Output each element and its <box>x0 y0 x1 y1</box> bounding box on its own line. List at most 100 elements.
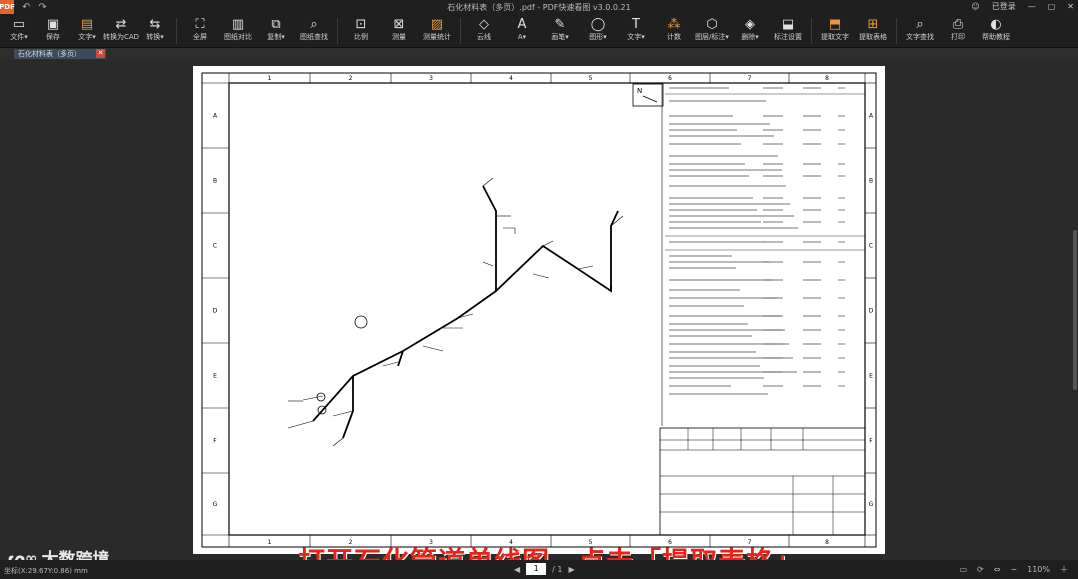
user-icon[interactable]: ☺ <box>971 2 979 11</box>
zoom-level[interactable]: 110% <box>1027 565 1050 574</box>
leader-line <box>332 437 344 447</box>
page-number-input[interactable]: 1 <box>526 563 547 575</box>
toolbar-separator <box>176 18 177 44</box>
toolbar-button-shape[interactable]: ◯ 图形▾ <box>579 14 617 48</box>
toolbar-label: 全屏 <box>193 33 207 41</box>
scroll-thumb[interactable] <box>1073 230 1077 390</box>
toolbar-label: 转换▾ <box>146 33 164 41</box>
column-label: 8 <box>825 539 829 546</box>
pdf-page[interactable]: 12345678 12345678 ABCDEFG ABCDEFG N <box>193 66 885 554</box>
help-icon: ◐ <box>990 17 1002 32</box>
toolbar-button-layer[interactable]: ⬡ 图层/标注▾ <box>693 14 731 48</box>
window-title: 石化材料表（多页）.pdf - PDF快速看图 v3.0.0.21 <box>447 3 631 12</box>
text-search-icon: ⌕ <box>916 17 924 32</box>
toolbar-button-text-note[interactable]: T 文字▾ <box>617 14 655 48</box>
toolbar-label: 复制▾ <box>267 33 285 41</box>
toolbar-button-text-search[interactable]: ⌕ 文字查找 <box>901 14 939 48</box>
toolbar-label: 计数 <box>667 33 681 41</box>
toolbar-separator <box>460 18 461 44</box>
toolbar-button-extract-table[interactable]: ⊞ 提取表格 <box>854 14 892 48</box>
column-label: 7 <box>748 75 752 82</box>
toolbar-button-folder[interactable]: ▭ 文件▾ <box>2 14 36 48</box>
toolbar-button-pen[interactable]: ✎ 画笔▾ <box>541 14 579 48</box>
toolbar-button-convert2[interactable]: ⇆ 转换▾ <box>138 14 172 48</box>
toolbar-button-search[interactable]: ⌕ 图纸查找 <box>295 14 333 48</box>
rotate-icon[interactable]: ⟳ <box>977 565 984 574</box>
toolbar-label: 图纸对比 <box>224 33 252 41</box>
leader-line <box>302 395 324 401</box>
row-label: G <box>869 501 874 508</box>
stamp-icon: ⬓ <box>781 17 795 32</box>
row-label: E <box>869 373 873 380</box>
maximize-icon[interactable]: ▢ <box>1048 2 1056 11</box>
toolbar-label: 测量统计 <box>423 33 451 41</box>
shape-icon: ◯ <box>590 17 606 32</box>
toolbar-button-fullscreen[interactable]: ⛶ 全屏 <box>181 14 219 48</box>
toolbar-button-extract-text[interactable]: ⬒ 提取文字 <box>816 14 854 48</box>
close-tab-icon[interactable]: ✕ <box>96 49 105 58</box>
row-label: G <box>213 501 218 508</box>
toolbar-button-convert[interactable]: ⇄ 转换为CAD <box>103 14 139 48</box>
toolbar-label: 画笔▾ <box>551 33 569 41</box>
toolbar-separator <box>811 18 812 44</box>
toolbar-button-measure-stat[interactable]: ▨ 测量统计 <box>418 14 456 48</box>
zoom-out-icon[interactable]: − <box>1010 565 1017 574</box>
print-icon: ⎙ <box>952 17 964 32</box>
toolbar-button-copy[interactable]: ⧉ 复制▾ <box>257 14 295 48</box>
close-window-icon[interactable]: ✕ <box>1067 2 1074 11</box>
main-toolbar: ▭ 文件▾ ▣ 保存 ▤ 文字▾ ⇄ 转换为CAD ⇆ 转换▾ ⛶ 全屏 ▥ 图纸对比 ⧉ 复制▾ ⌕ 图纸查找 ⊡… <box>0 14 1078 48</box>
dimension-line <box>503 227 516 234</box>
fullscreen-icon: ⛶ <box>195 17 205 32</box>
column-label: 3 <box>429 75 433 82</box>
toolbar-button-count[interactable]: ⁂ 计数 <box>655 14 693 48</box>
toolbar-button-help[interactable]: ◐ 帮助教程 <box>977 14 1015 48</box>
title-bar: PDF ↶ ↷ 石化材料表（多页）.pdf - PDF快速看图 v3.0.0.2… <box>0 0 1078 14</box>
toolbar-button-page[interactable]: ▤ 文字▾ <box>70 14 104 48</box>
document-canvas[interactable]: 12345678 12345678 ABCDEFG ABCDEFG N <box>0 60 1078 578</box>
extract-table-icon: ⊞ <box>867 17 879 32</box>
toolbar-button-text[interactable]: A A▾ <box>503 14 541 48</box>
toolbar-label: 文字查找 <box>906 33 934 41</box>
toolbar-button-ratio[interactable]: ⊡ 比例 <box>342 14 380 48</box>
toolbar-button-cloud-line[interactable]: ◇ 云线 <box>465 14 503 48</box>
next-page-icon[interactable]: ▶ <box>568 565 574 574</box>
toolbar-button-print[interactable]: ⎙ 打印 <box>939 14 977 48</box>
row-label: A <box>213 113 218 120</box>
column-label: 6 <box>668 75 672 82</box>
ratio-icon: ⊡ <box>355 17 367 32</box>
erase-icon: ◈ <box>745 17 755 32</box>
toolbar-label: 图层/标注▾ <box>695 33 729 41</box>
toolbar-button-merge[interactable]: ▥ 图纸对比 <box>219 14 257 48</box>
leader-line <box>532 273 550 279</box>
minimize-icon[interactable]: — <box>1028 2 1036 11</box>
toolbar-button-erase[interactable]: ◈ 删除▾ <box>731 14 769 48</box>
toolbar-button-measure[interactable]: ⊠ 测量 <box>380 14 418 48</box>
pen-icon: ✎ <box>554 17 566 32</box>
status-controls: ▭ ⟳ ⇔ − 110% ＋ <box>959 564 1068 575</box>
leader-line <box>482 261 494 267</box>
toolbar-label: 提取文字 <box>821 33 849 41</box>
toolbar-label: 图纸查找 <box>300 33 328 41</box>
app-window: PDF ↶ ↷ 石化材料表（多页）.pdf - PDF快速看图 v3.0.0.2… <box>0 0 1078 579</box>
fit-page-icon[interactable]: ▭ <box>959 565 967 574</box>
row-label: B <box>869 178 873 185</box>
toolbar-button-save[interactable]: ▣ 保存 <box>36 14 70 48</box>
coordinates-readout: 坐标(X:29.67Y:0.86) mm <box>4 567 88 575</box>
fit-width-icon[interactable]: ⇔ <box>994 565 1001 574</box>
extract-text-icon: ⬒ <box>828 17 842 32</box>
leader-line <box>577 265 594 270</box>
convert-icon: ⇄ <box>115 17 127 32</box>
layer-icon: ⬡ <box>706 17 718 32</box>
toolbar-button-stamp[interactable]: ⬓ 标注设置 <box>769 14 807 48</box>
prev-page-icon[interactable]: ◀ <box>514 565 520 574</box>
zoom-in-icon[interactable]: ＋ <box>1060 564 1068 575</box>
leader-line <box>287 420 314 429</box>
vertical-scrollbar[interactable] <box>1072 60 1078 560</box>
copy-icon: ⧉ <box>271 17 281 32</box>
toolbar-label: 打印 <box>951 33 965 41</box>
tab-document[interactable]: 石化材料表（多页） <box>14 49 106 59</box>
login-label[interactable]: 已登录 <box>992 1 1016 12</box>
row-label: F <box>213 438 217 445</box>
toolbar-label: 提取表格 <box>859 33 887 41</box>
column-label: 1 <box>268 75 272 82</box>
